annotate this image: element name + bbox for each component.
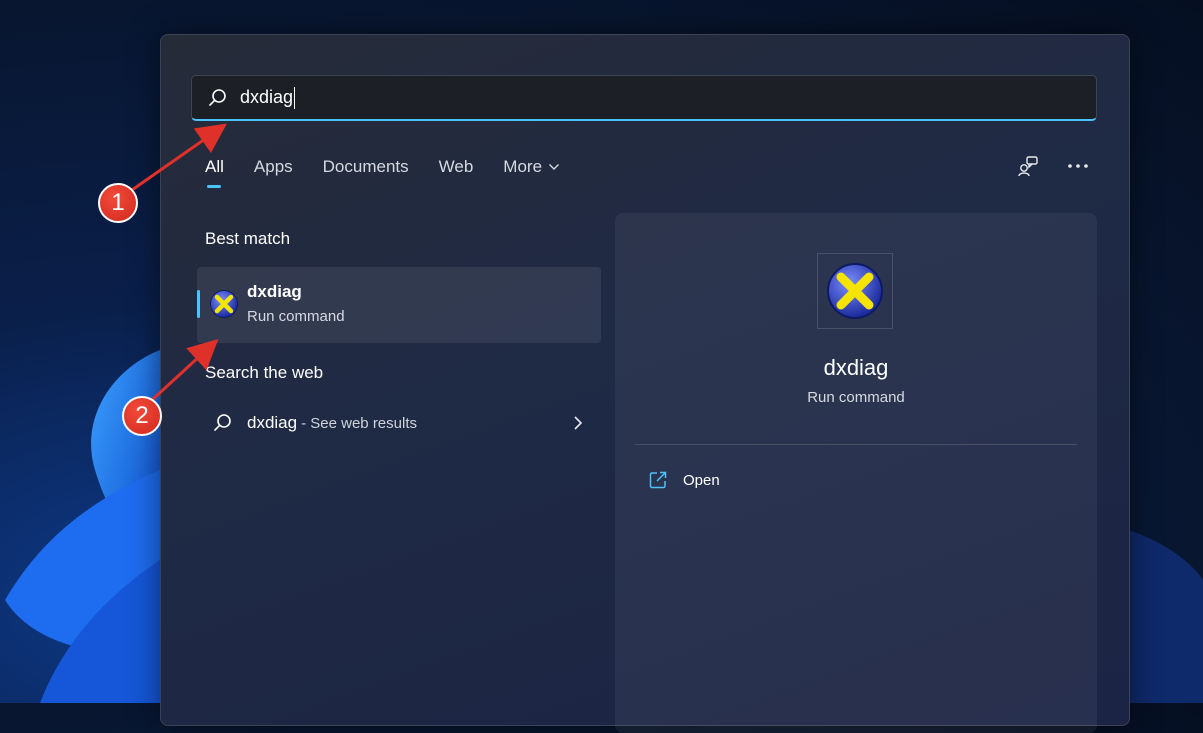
chevron-right-icon (573, 415, 583, 436)
result-subtitle: Run command (247, 308, 345, 325)
text-caret (294, 87, 295, 109)
search-window: dxdiag All Apps Documents Web More Best … (160, 34, 1130, 726)
selection-indicator (197, 290, 200, 318)
best-match-result[interactable]: dxdiag Run command (197, 267, 601, 343)
detail-panel: dxdiag Run command Open (615, 213, 1097, 733)
tab-web[interactable]: Web (439, 157, 474, 177)
web-result[interactable]: dxdiag - See web results (213, 409, 583, 437)
detail-subtitle: Run command (615, 389, 1097, 406)
search-icon (208, 87, 230, 109)
search-query: dxdiag (240, 87, 293, 108)
directx-icon (817, 253, 893, 329)
tab-more[interactable]: More (503, 157, 560, 177)
open-external-icon (649, 471, 667, 489)
result-title: dxdiag (247, 282, 302, 302)
divider (635, 444, 1077, 445)
web-query: dxdiag (247, 413, 297, 433)
tab-documents[interactable]: Documents (323, 157, 409, 177)
open-button[interactable]: Open (649, 471, 720, 489)
tab-label: All (205, 157, 224, 177)
filter-tabs: All Apps Documents Web More (205, 157, 590, 177)
search-web-heading: Search the web (205, 363, 323, 383)
annotation-badge-2: 2 (122, 396, 162, 436)
directx-icon (209, 289, 239, 319)
feedback-icon[interactable] (1017, 155, 1039, 177)
tab-apps[interactable]: Apps (254, 157, 293, 177)
tab-label: Web (439, 157, 474, 177)
open-label: Open (683, 472, 720, 489)
search-input[interactable]: dxdiag (191, 75, 1097, 121)
search-icon (213, 413, 233, 433)
tab-label: Apps (254, 157, 293, 177)
top-icons (1017, 155, 1089, 177)
tab-label: More (503, 157, 542, 177)
more-options-icon[interactable] (1067, 155, 1089, 177)
chevron-down-icon (548, 163, 560, 171)
web-suffix: - See web results (301, 415, 417, 432)
annotation-badge-1: 1 (98, 183, 138, 223)
detail-title: dxdiag (615, 355, 1097, 381)
best-match-heading: Best match (205, 229, 290, 249)
tab-label: Documents (323, 157, 409, 177)
tab-all[interactable]: All (205, 157, 224, 177)
